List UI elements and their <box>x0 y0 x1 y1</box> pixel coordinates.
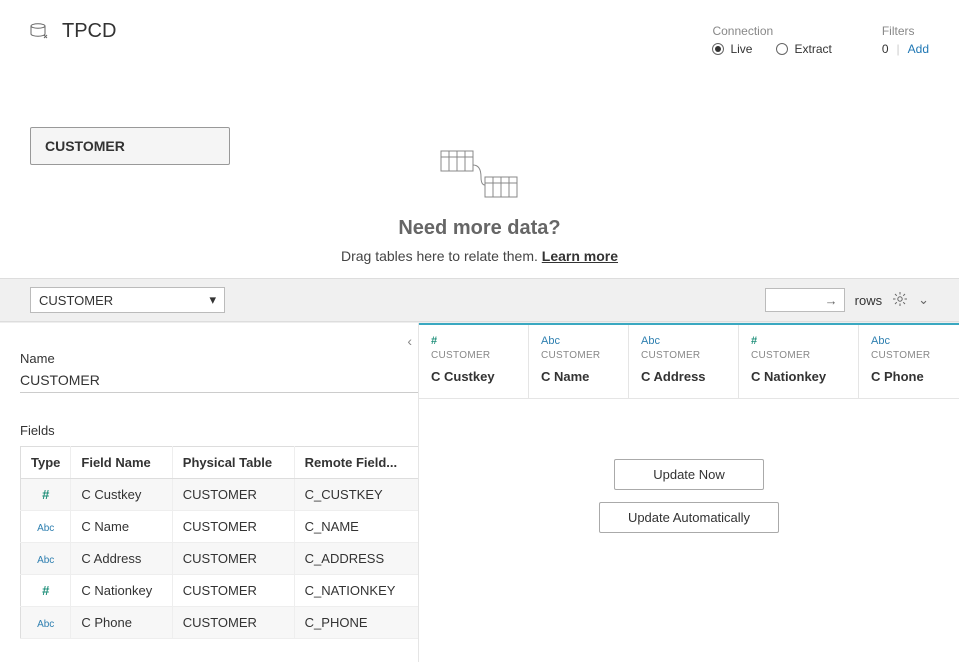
connection-live-label: Live <box>730 42 752 56</box>
grid-column-header[interactable]: # CUSTOMER C Nationkey <box>739 325 859 398</box>
string-type-icon: Abc <box>641 335 726 347</box>
canvas-headline: Need more data? <box>30 217 929 240</box>
datasource-title[interactable]: TPCD <box>62 20 116 43</box>
grid-column-header[interactable]: Abc CUSTOMER C Address <box>629 325 739 398</box>
filters-separator: | <box>897 42 900 56</box>
table-row[interactable]: Abc C NameCUSTOMERC_NAME <box>21 511 420 543</box>
name-label: Name <box>20 351 398 366</box>
grid-column-header[interactable]: Abc CUSTOMER C Phone <box>859 325 959 398</box>
grid-column-name: C Phone <box>871 369 947 384</box>
field-name-cell: C Phone <box>71 607 172 639</box>
fields-header-fieldname[interactable]: Field Name <box>71 447 172 479</box>
string-type-icon: Abc <box>37 619 54 630</box>
number-type-icon: # <box>42 583 49 598</box>
data-grid-header: # CUSTOMER C Custkey Abc CUSTOMER C Name Abc CU… <box>419 323 959 399</box>
grid-column-name: C Name <box>541 369 616 384</box>
connection-extract-label: Extract <box>794 42 831 56</box>
learn-more-link[interactable]: Learn more <box>542 248 618 264</box>
fields-label: Fields <box>20 423 398 438</box>
chevron-down-icon: ▾ <box>209 292 216 308</box>
chevron-down-icon[interactable]: ⌄ <box>918 292 929 308</box>
string-type-icon: Abc <box>37 523 54 534</box>
grid-column-header[interactable]: Abc CUSTOMER C Name <box>529 325 629 398</box>
grid-column-name: C Nationkey <box>751 369 846 384</box>
physical-table-cell: CUSTOMER <box>172 543 294 575</box>
relation-canvas[interactable]: Need more data? Drag tables here to rela… <box>30 145 929 264</box>
grid-column-table: CUSTOMER <box>641 350 726 361</box>
string-type-icon: Abc <box>37 555 54 566</box>
grid-column-header[interactable]: # CUSTOMER C Custkey <box>419 325 529 398</box>
tables-relate-icon <box>435 145 525 205</box>
remote-field-cell: C_CUSTKEY <box>294 479 419 511</box>
field-name-cell: C Nationkey <box>71 575 172 607</box>
table-row[interactable]: Abc C AddressCUSTOMERC_ADDRESS <box>21 543 420 575</box>
gear-icon[interactable] <box>892 291 908 310</box>
string-type-icon: Abc <box>541 335 616 347</box>
grid-column-table: CUSTOMER <box>871 350 947 361</box>
physical-table-cell: CUSTOMER <box>172 575 294 607</box>
database-icon[interactable] <box>30 22 50 42</box>
remote-field-cell: C_NAME <box>294 511 419 543</box>
connection-label: Connection <box>712 24 831 38</box>
grid-column-table: CUSTOMER <box>431 350 516 361</box>
field-name-cell: C Address <box>71 543 172 575</box>
fields-header-remote[interactable]: Remote Field... <box>294 447 419 479</box>
connection-extract-radio[interactable]: Extract <box>776 42 831 56</box>
remote-field-cell: C_ADDRESS <box>294 543 419 575</box>
grid-column-table: CUSTOMER <box>541 350 616 361</box>
arrow-right-icon: → <box>825 293 838 308</box>
rows-count-input[interactable]: → <box>765 288 845 312</box>
grid-column-name: C Address <box>641 369 726 384</box>
string-type-icon: Abc <box>871 335 947 347</box>
update-auto-button[interactable]: Update Automatically <box>599 502 779 533</box>
connection-live-radio[interactable]: Live <box>712 42 752 56</box>
filters-add-link[interactable]: Add <box>908 42 929 56</box>
filters-block: Filters 0 | Add <box>882 24 929 56</box>
table-row[interactable]: # C CustkeyCUSTOMERC_CUSTKEY <box>21 479 420 511</box>
filters-label: Filters <box>882 24 929 38</box>
physical-table-cell: CUSTOMER <box>172 479 294 511</box>
number-type-icon: # <box>751 335 846 347</box>
name-field[interactable]: CUSTOMER <box>20 372 419 393</box>
update-now-button[interactable]: Update Now <box>614 459 764 490</box>
canvas-hint-text: Drag tables here to relate them. <box>341 248 542 264</box>
table-select[interactable]: CUSTOMER ▾ <box>30 287 225 313</box>
remote-field-cell: C_PHONE <box>294 607 419 639</box>
number-type-icon: # <box>42 487 49 502</box>
fields-table: Type Field Name Physical Table Remote Fi… <box>20 446 419 639</box>
rows-label: rows <box>855 293 882 308</box>
filters-count: 0 <box>882 42 889 56</box>
physical-table-cell: CUSTOMER <box>172 511 294 543</box>
table-row[interactable]: Abc C PhoneCUSTOMERC_PHONE <box>21 607 420 639</box>
number-type-icon: # <box>431 335 516 347</box>
grid-column-table: CUSTOMER <box>751 350 846 361</box>
fields-header-type[interactable]: Type <box>21 447 71 479</box>
grid-column-name: C Custkey <box>431 369 516 384</box>
field-name-cell: C Custkey <box>71 479 172 511</box>
table-select-value: CUSTOMER <box>39 293 113 308</box>
remote-field-cell: C_NATIONKEY <box>294 575 419 607</box>
fields-header-physical[interactable]: Physical Table <box>172 447 294 479</box>
canvas-hint: Drag tables here to relate them. Learn m… <box>30 248 929 264</box>
connection-block: Connection Live Extract <box>712 24 831 56</box>
table-row[interactable]: # C NationkeyCUSTOMERC_NATIONKEY <box>21 575 420 607</box>
field-name-cell: C Name <box>71 511 172 543</box>
physical-table-cell: CUSTOMER <box>172 607 294 639</box>
collapse-left-pane-icon[interactable]: ‹ <box>407 333 412 349</box>
